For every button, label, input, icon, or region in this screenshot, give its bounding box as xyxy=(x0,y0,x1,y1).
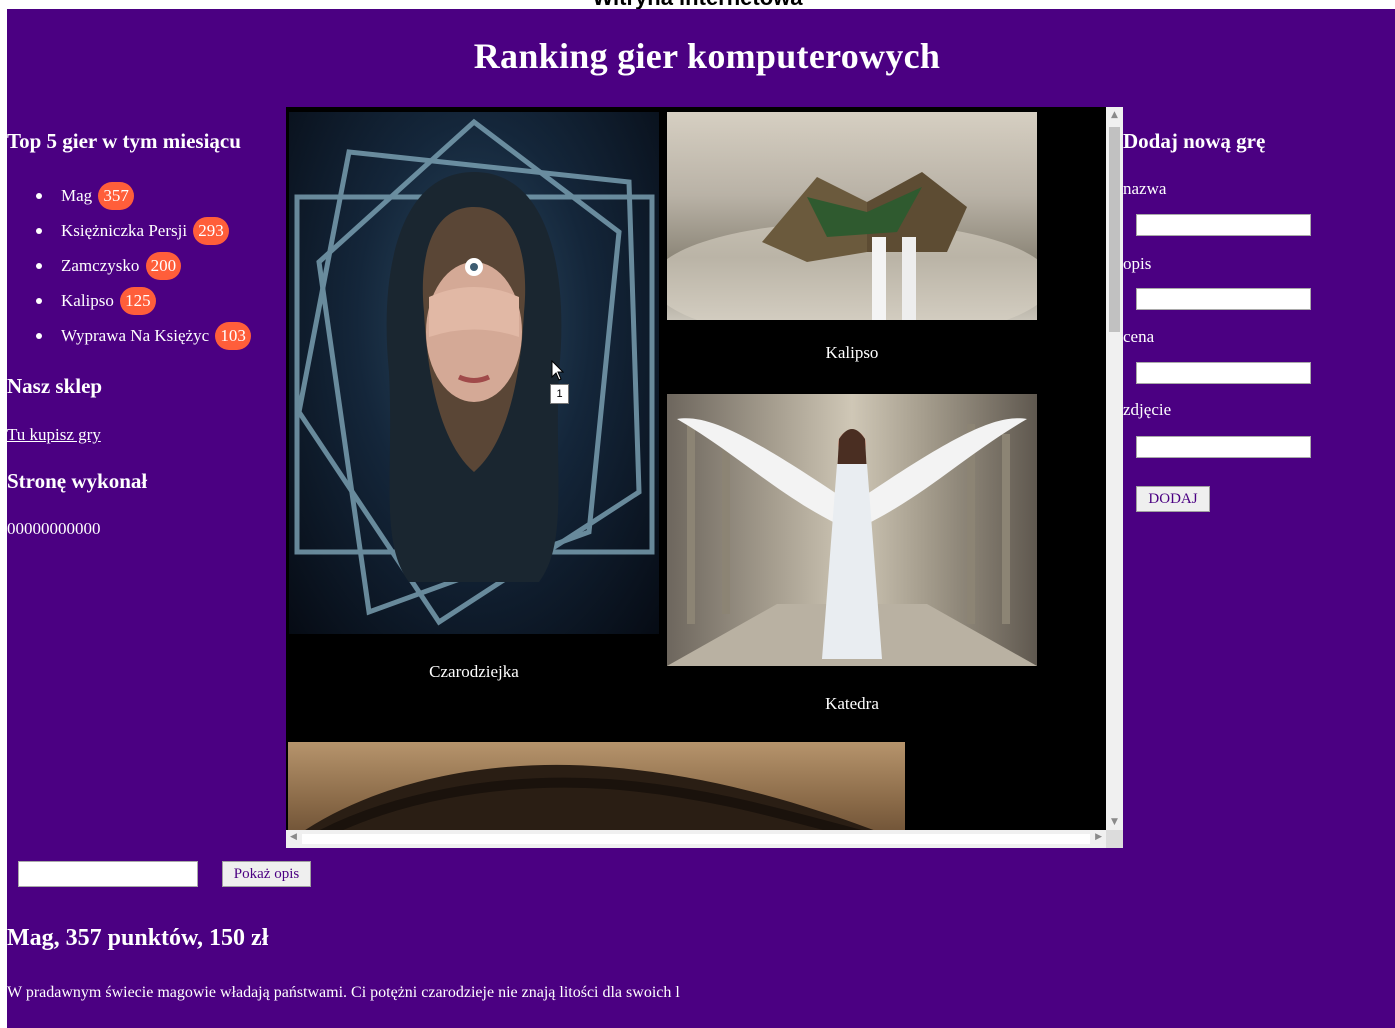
score-badge: 125 xyxy=(120,287,156,315)
top-game-item: Księżniczka Persji 293 xyxy=(7,217,251,252)
price-input[interactable] xyxy=(1136,362,1311,384)
description-input[interactable] xyxy=(1136,288,1311,310)
kalipso-image[interactable] xyxy=(667,112,1037,320)
top-games-heading: Top 5 gier w tym miesiącu xyxy=(7,129,241,153)
top-games-list: Mag 357 Księżniczka Persji 293 Zamczysko… xyxy=(7,182,251,357)
show-description-button[interactable]: Pokaż opis xyxy=(222,861,311,887)
description-text: W pradawnym świecie magowie władają pańs… xyxy=(7,984,680,1001)
description-title: Mag, 357 punktów, 150 zł xyxy=(7,925,269,951)
game-search-input[interactable] xyxy=(18,861,198,887)
scroll-down-arrow-icon[interactable]: ▼ xyxy=(1106,817,1123,827)
shop-heading: Nasz sklep xyxy=(7,374,103,398)
czarodziejka-image[interactable] xyxy=(289,112,659,634)
top-game-item: Mag 357 xyxy=(7,182,251,217)
katedra-image[interactable] xyxy=(667,394,1037,666)
description-label: opis xyxy=(1123,254,1152,273)
scroll-left-arrow-icon[interactable]: ◀ xyxy=(290,832,297,842)
scroll-up-arrow-icon[interactable]: ▲ xyxy=(1106,110,1123,120)
score-badge: 357 xyxy=(98,182,134,210)
score-badge: 103 xyxy=(215,322,251,350)
vertical-scrollbar[interactable]: ▲ ▼ xyxy=(1106,107,1123,830)
top-game-item: Zamczysko 200 xyxy=(7,252,251,287)
window-title-bar: Witryna internetowa xyxy=(0,0,1395,9)
gallery-caption: Kalipso xyxy=(825,343,879,362)
game-gallery[interactable]: Czarodziejka Kalipso Katedra 1 ▲ ▼ ◀ ▶ xyxy=(286,107,1123,848)
oko-image[interactable] xyxy=(288,742,905,830)
top-game-name: Mag xyxy=(61,186,93,205)
top-game-item: Kalipso 125 xyxy=(7,287,251,322)
gallery-caption: Czarodziejka xyxy=(429,662,519,681)
page-title: Ranking gier komputerowych xyxy=(473,36,941,76)
bullet-icon xyxy=(36,263,42,269)
page: Ranking gier komputerowych Top 5 gier w … xyxy=(7,9,1395,1028)
add-game-heading: Dodaj nową grę xyxy=(1123,129,1266,153)
author-value: 00000000000 xyxy=(7,519,101,538)
image-label: zdjęcie xyxy=(1123,400,1172,419)
top-game-name: Wyprawa Na Księżyc xyxy=(61,326,210,345)
horizontal-scrollbar[interactable]: ◀ ▶ xyxy=(286,830,1106,848)
top-game-item: Wyprawa Na Księżyc 103 xyxy=(7,322,251,357)
top-game-name: Kalipso xyxy=(61,291,114,310)
price-label: cena xyxy=(1123,327,1155,346)
add-game-button[interactable]: DODAJ xyxy=(1136,486,1210,512)
left-column: Top 5 gier w tym miesiącu Mag 357 Księżn… xyxy=(7,129,287,538)
name-input[interactable] xyxy=(1136,214,1311,236)
scroll-right-arrow-icon[interactable]: ▶ xyxy=(1095,832,1102,842)
scrollbar-corner xyxy=(1106,830,1123,848)
window-title: Witryna internetowa xyxy=(0,0,1395,9)
mouse-cursor-icon xyxy=(551,360,565,381)
tooltip: 1 xyxy=(550,384,569,404)
shop-link[interactable]: Tu kupisz gry xyxy=(7,425,101,445)
horizontal-scroll-thumb[interactable] xyxy=(302,834,1090,844)
bullet-icon xyxy=(36,298,42,304)
gallery-caption: Katedra xyxy=(825,694,879,713)
name-label: nazwa xyxy=(1123,179,1167,198)
top-game-name: Księżniczka Persji xyxy=(61,221,188,240)
score-badge: 200 xyxy=(145,252,182,280)
vertical-scroll-thumb[interactable] xyxy=(1109,127,1120,332)
image-input[interactable] xyxy=(1136,436,1311,458)
top-game-name: Zamczysko xyxy=(61,256,140,275)
bullet-icon xyxy=(36,228,42,234)
bullet-icon xyxy=(36,333,42,339)
gallery-viewport: Czarodziejka Kalipso Katedra 1 xyxy=(286,107,1106,830)
author-heading: Stronę wykonał xyxy=(7,469,148,493)
score-badge: 293 xyxy=(193,217,229,245)
bullet-icon xyxy=(36,193,42,199)
